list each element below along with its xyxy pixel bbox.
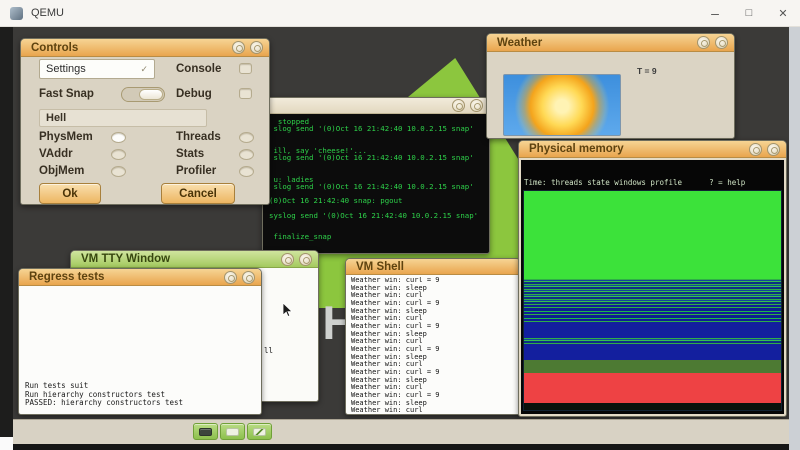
qemu-app-icon	[10, 7, 23, 20]
fast-snap-toggle[interactable]	[121, 87, 165, 102]
hell-field[interactable]: Hell	[39, 109, 207, 127]
host-corner-fragment	[0, 437, 13, 450]
blank-window-icon	[226, 428, 239, 436]
cancel-button[interactable]: Cancel	[161, 183, 235, 204]
regress-test-output: Run tests suit Run hierarchy constructor…	[25, 382, 183, 408]
terminal-titlebar[interactable]	[263, 98, 489, 114]
host-minimize-button[interactable]: –	[698, 0, 732, 26]
taskbar-terminal-button[interactable]	[193, 423, 218, 440]
controls-window: Controls Settings Console Fast Snap Debu…	[20, 38, 270, 205]
physmem-label: PhysMem	[39, 131, 93, 143]
close-button[interactable]	[715, 36, 728, 49]
minimize-button[interactable]	[232, 41, 245, 54]
profiler-label: Profiler	[176, 165, 216, 177]
vm-tty-titlebar[interactable]: VM TTY Window	[71, 251, 318, 268]
weather-window-title: Weather	[497, 37, 542, 49]
memory-map	[523, 190, 782, 411]
host-close-button[interactable]: ✕	[766, 0, 800, 26]
objmem-radio[interactable]	[111, 166, 126, 177]
weather-window: Weather T = 9	[486, 33, 735, 139]
weather-titlebar[interactable]: Weather	[487, 34, 734, 52]
memory-band	[524, 279, 781, 305]
edit-pencil-icon	[253, 428, 266, 436]
fast-snap-label: Fast Snap	[39, 88, 94, 100]
console-label: Console	[176, 63, 221, 75]
memory-band	[524, 360, 781, 373]
toggle-knob	[139, 89, 163, 100]
physical-memory-window-title: Physical memory	[529, 143, 624, 155]
profiler-radio[interactable]	[239, 166, 254, 177]
minimize-button[interactable]	[224, 271, 237, 284]
threads-radio[interactable]	[239, 132, 254, 143]
stats-label: Stats	[176, 148, 204, 160]
temperature-readout: T = 9	[637, 66, 657, 76]
mouse-cursor-icon	[283, 303, 293, 317]
regress-window-title: Regress tests	[29, 271, 104, 283]
debug-label: Debug	[176, 88, 212, 100]
settings-dropdown-value: Settings	[46, 63, 86, 75]
minimize-button[interactable]	[697, 36, 710, 49]
terminal-window: stopped slog send '(0)Oct 16 21:42:40 10…	[262, 97, 490, 254]
dropdown-caret-icon	[140, 64, 148, 75]
tty-text-fragment: ll	[264, 346, 273, 355]
regress-tests-window: Regress tests Run tests suit Run hierarc…	[18, 268, 262, 415]
host-window-controls: – □ ✕	[698, 0, 800, 26]
memory-band	[524, 373, 781, 404]
vm-shell-window: VM Shell Weather win: curl = 9 Weather w…	[345, 258, 521, 415]
close-button[interactable]	[242, 271, 255, 284]
guest-desktop: PH stopped slog send '(0)Oct 16 21:42:40…	[13, 27, 789, 444]
vm-tty-window-title: VM TTY Window	[81, 253, 170, 265]
host-window-title: QEMU	[31, 7, 64, 19]
threads-label: Threads	[176, 131, 221, 143]
vm-shell-output: Weather win: curl = 9 Weather win: sleep…	[351, 277, 518, 412]
memory-band	[524, 305, 781, 323]
controls-window-title: Controls	[31, 42, 78, 54]
regress-titlebar[interactable]: Regress tests	[19, 269, 261, 286]
minimize-button[interactable]	[749, 143, 762, 156]
debug-checkbox[interactable]	[239, 88, 252, 99]
host-titlebar[interactable]: QEMU – □ ✕	[0, 0, 800, 27]
ok-button[interactable]: Ok	[39, 183, 101, 204]
minimize-button[interactable]	[452, 99, 465, 112]
close-button[interactable]	[299, 253, 312, 266]
close-button[interactable]	[767, 143, 780, 156]
close-button[interactable]	[470, 99, 483, 112]
objmem-label: ObjMem	[39, 165, 84, 177]
physical-memory-titlebar[interactable]: Physical memory	[519, 141, 786, 158]
settings-dropdown[interactable]: Settings	[39, 59, 155, 79]
sun-icon	[504, 75, 620, 135]
vaddr-radio[interactable]	[111, 149, 126, 160]
guest-taskbar	[13, 419, 789, 444]
memory-band	[524, 403, 781, 410]
vaddr-label: VAddr	[39, 148, 73, 160]
vm-shell-titlebar[interactable]: VM Shell	[346, 259, 520, 275]
controls-titlebar[interactable]: Controls	[21, 39, 269, 57]
memory-band	[524, 191, 781, 279]
taskbar-window-button[interactable]	[220, 423, 245, 440]
weather-sky-panel	[503, 74, 621, 136]
terminal-screen-icon	[199, 428, 212, 436]
memory-status-line: Time: threads state windows profile ? = …	[524, 179, 781, 188]
qemu-host-window: QEMU – □ ✕ PH stopped slog send '(0)Oct …	[0, 0, 800, 450]
memory-band	[524, 344, 781, 359]
taskbar-edit-button[interactable]	[247, 423, 272, 440]
console-checkbox[interactable]	[239, 63, 252, 74]
physical-memory-window: Physical memory Time: threads state wind…	[518, 140, 787, 417]
hell-field-value: Hell	[46, 112, 66, 124]
host-bottom-border	[0, 444, 789, 450]
close-button[interactable]	[250, 41, 263, 54]
physmem-radio[interactable]	[111, 132, 126, 143]
host-right-border	[789, 27, 800, 450]
terminal-output: stopped slog send '(0)Oct 16 21:42:40 10…	[266, 116, 486, 250]
stats-radio[interactable]	[239, 149, 254, 160]
host-maximize-button[interactable]: □	[732, 0, 766, 26]
memory-band	[524, 322, 781, 337]
vm-shell-window-title: VM Shell	[356, 261, 404, 273]
minimize-button[interactable]	[281, 253, 294, 266]
physical-memory-content: Time: threads state windows profile ? = …	[521, 160, 784, 414]
